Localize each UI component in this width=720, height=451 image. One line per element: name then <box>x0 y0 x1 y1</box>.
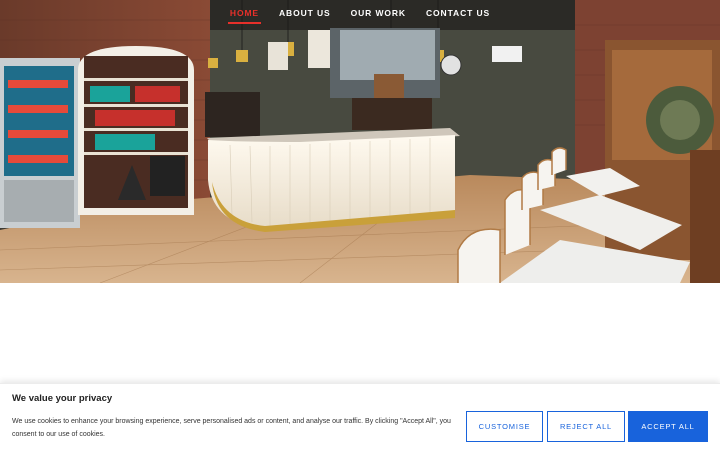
nav-home-link[interactable]: HOME <box>220 1 269 25</box>
main-nav: HOME ABOUT US OUR WORK CONTACT US <box>0 0 720 26</box>
cookie-consent-banner: We value your privacy We use cookies to … <box>0 383 720 451</box>
customise-button[interactable]: CUSTOMISE <box>466 411 543 442</box>
nav-our-work-link[interactable]: OUR WORK <box>341 1 416 25</box>
accept-all-button[interactable]: ACCEPT ALL <box>628 411 708 442</box>
reject-all-button[interactable]: REJECT ALL <box>547 411 625 442</box>
cafe-interior-illustration <box>0 0 720 283</box>
cookie-title: We value your privacy <box>12 393 113 404</box>
hero-image <box>0 0 720 283</box>
nav-about-us-link[interactable]: ABOUT US <box>269 1 341 25</box>
nav-contact-us-link[interactable]: CONTACT US <box>416 1 500 25</box>
cookie-description: We use cookies to enhance your browsing … <box>12 418 451 438</box>
